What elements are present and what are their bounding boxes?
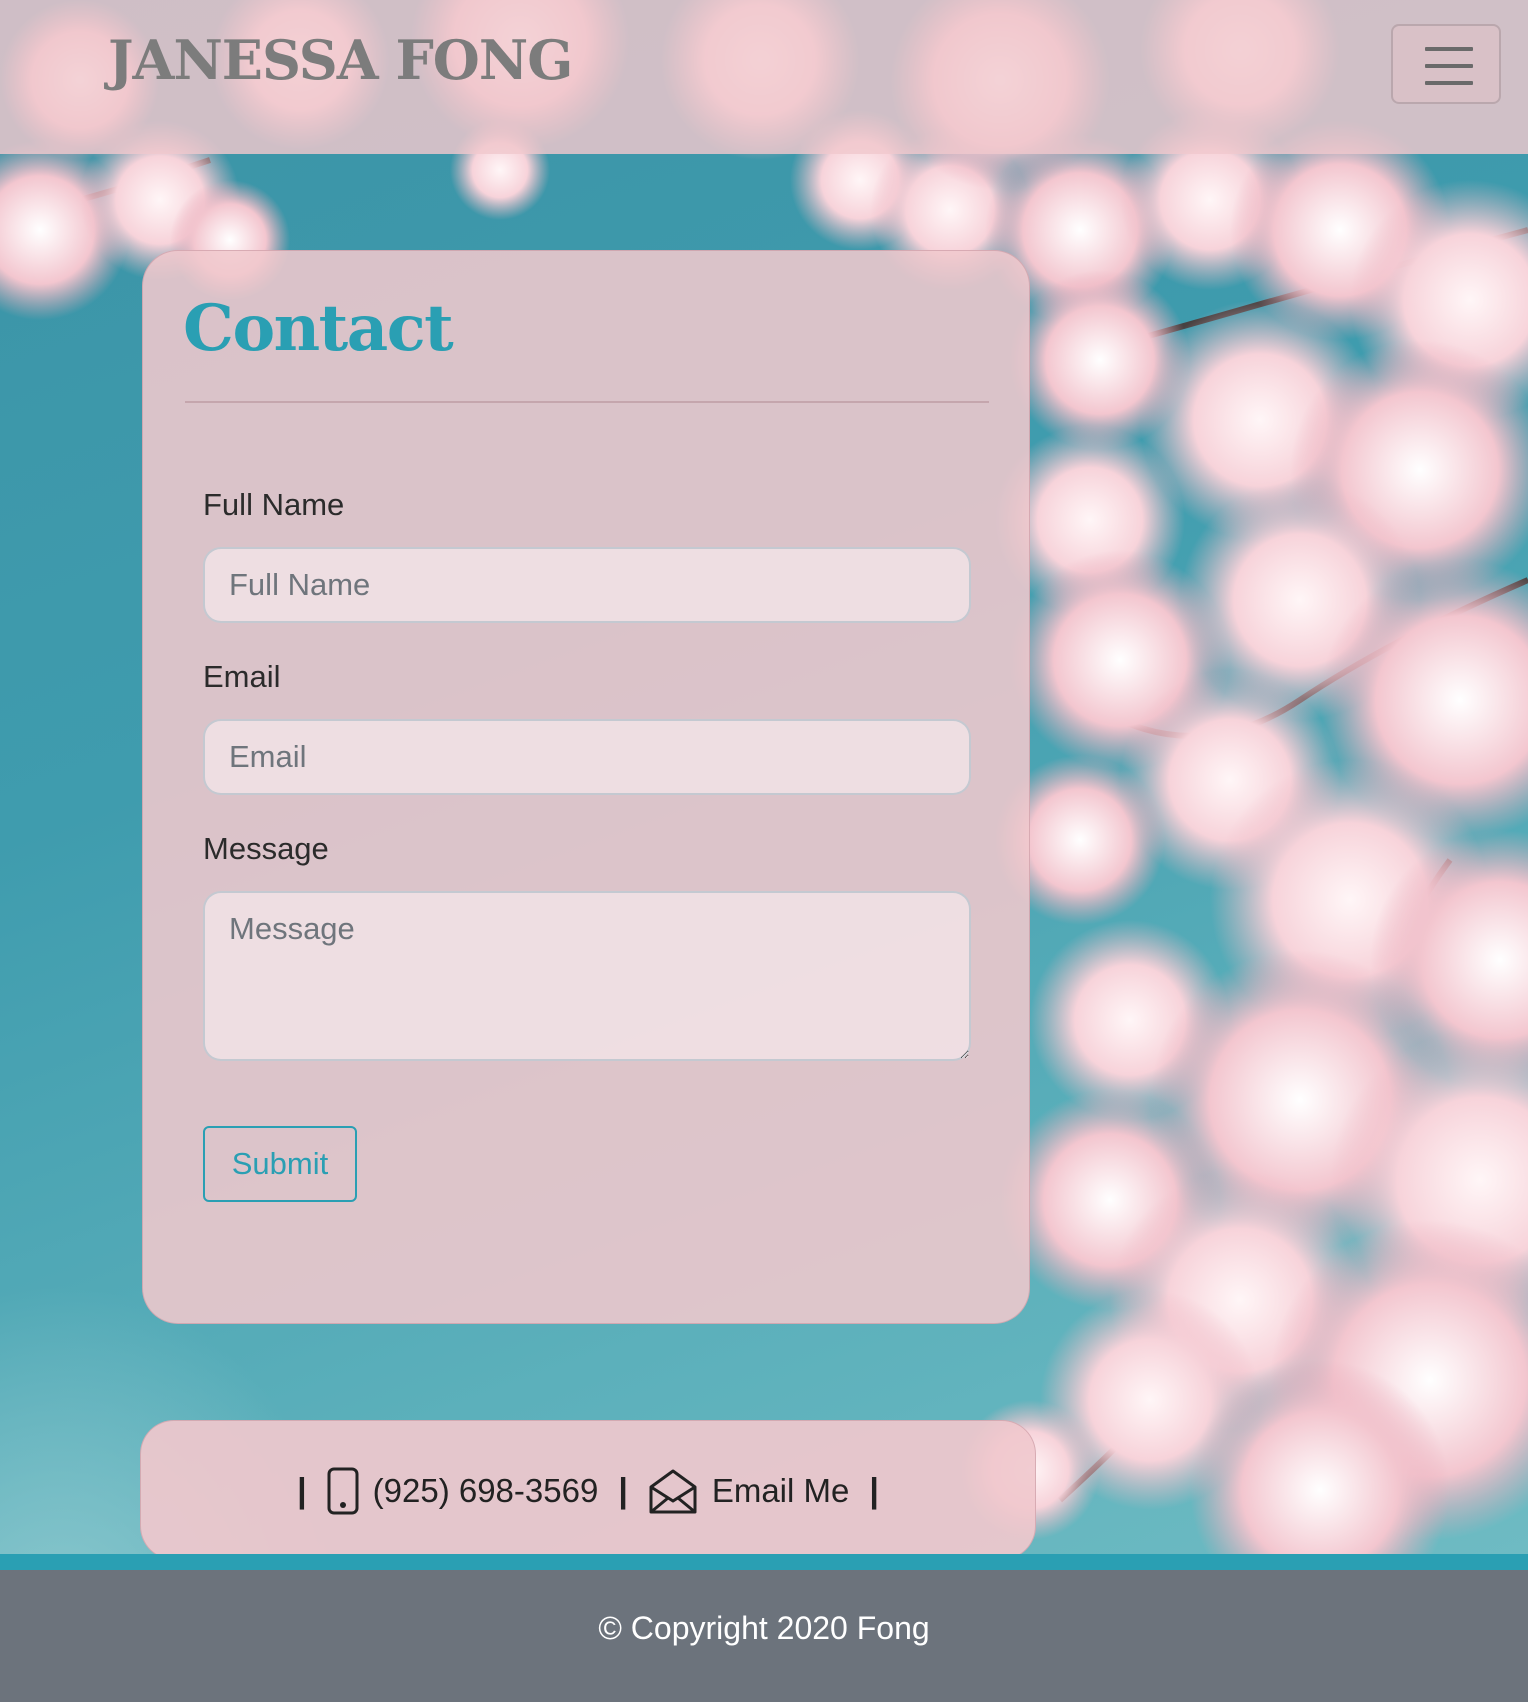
footer-accent-bar	[0, 1554, 1528, 1570]
separator: |	[869, 1471, 879, 1510]
email-me-link[interactable]: Email Me	[712, 1472, 850, 1510]
copyright-text: © Copyright 2020 Fong	[598, 1610, 930, 1646]
divider	[185, 401, 989, 403]
page-title: Contact	[183, 291, 454, 366]
email-label: Email	[203, 659, 281, 694]
full-name-label: Full Name	[203, 487, 345, 522]
open-envelope-icon	[648, 1467, 698, 1515]
contact-card: Contact Full Name Email Message Submit	[142, 250, 1030, 1324]
menu-toggle-button[interactable]	[1391, 24, 1501, 104]
separator: |	[297, 1471, 307, 1510]
message-label: Message	[203, 831, 329, 866]
email-input[interactable]	[203, 719, 971, 795]
navbar: JANESSA FONG	[0, 0, 1528, 154]
separator: |	[618, 1471, 628, 1510]
phone-number[interactable]: (925) 698-3569	[373, 1472, 599, 1510]
footer: © Copyright 2020 Fong	[0, 1570, 1528, 1702]
contact-info-row: | (925) 698-3569 | Email Me |	[141, 1461, 1035, 1521]
message-textarea[interactable]	[203, 891, 971, 1061]
brand-logo[interactable]: JANESSA FONG	[108, 28, 573, 92]
full-name-input[interactable]	[203, 547, 971, 623]
submit-button[interactable]: Submit	[203, 1126, 357, 1202]
contact-info-bar: | (925) 698-3569 | Email Me |	[140, 1420, 1036, 1560]
mobile-phone-icon	[327, 1467, 359, 1515]
